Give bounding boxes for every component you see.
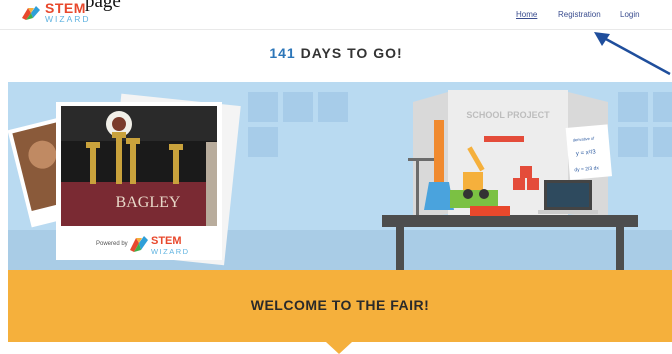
- nav-registration-label[interactable]: Registration: [558, 10, 601, 19]
- hero-illustration: BAGLEY Powered by STEM WIZARD SCHOOL PRO…: [8, 82, 672, 270]
- annotation-arrow-icon: [594, 32, 671, 76]
- countdown-banner: 141 DAYS TO GO!: [0, 45, 672, 61]
- stem-wizard-logo-icon: [22, 6, 40, 20]
- countdown-text: DAYS TO GO!: [300, 45, 403, 61]
- nav-home-link[interactable]: Home: [516, 10, 537, 19]
- powered-stem-text: STEM: [151, 235, 182, 247]
- nav-login-link[interactable]: Login: [620, 10, 640, 19]
- welcome-banner: WELCOME TO THE FAIR!: [8, 270, 672, 342]
- powered-wizard-text: WIZARD: [151, 247, 190, 256]
- header-divider: [0, 29, 672, 30]
- board-title-text: SCHOOL PROJECT: [466, 110, 550, 120]
- welcome-pointer-arrow: [326, 342, 352, 354]
- nav-registration-link[interactable]: Registration: [558, 10, 601, 19]
- site-logo[interactable]: STEM WIZARD: [20, 1, 91, 24]
- powered-by-text: Powered by: [96, 241, 128, 247]
- nav-login-label[interactable]: Login: [620, 10, 640, 19]
- tablecloth-text: BAGLEY: [116, 194, 181, 211]
- logo-wizard-text: WIZARD: [45, 14, 91, 24]
- welcome-heading: WELCOME TO THE FAIR!: [250, 297, 430, 313]
- nav-home-label[interactable]: Home: [516, 10, 537, 19]
- hero-banner: BAGLEY Powered by STEM WIZARD SCHOOL PRO…: [8, 82, 672, 270]
- countdown-number: 141: [269, 45, 296, 61]
